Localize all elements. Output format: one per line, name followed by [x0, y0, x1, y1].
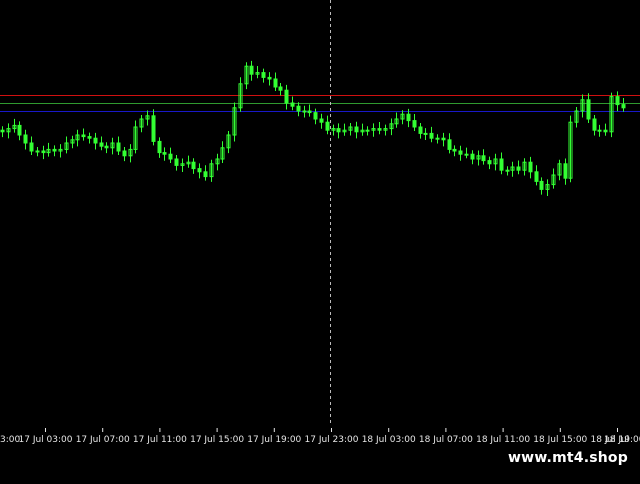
x-tick-label-truncated-left: 3:00 — [0, 435, 20, 445]
candle-body — [621, 104, 626, 109]
candle-body — [586, 99, 591, 120]
candle-body — [302, 110, 307, 113]
candle-body — [278, 86, 283, 91]
candle-body — [603, 129, 608, 133]
candle-body — [41, 150, 46, 154]
candle-body — [87, 136, 92, 139]
candle-body — [29, 142, 34, 152]
candle-body — [452, 148, 457, 152]
chart-canvas: 3:0017 Jul 03:00 17 Jul 07:00 17 Jul 11:00… — [0, 0, 640, 445]
candle-body — [325, 121, 330, 131]
candle-body — [365, 129, 370, 132]
candle-body — [464, 153, 469, 156]
candle-body — [592, 118, 597, 131]
candle-body — [313, 112, 318, 120]
x-tick-label: 17 Jul 15:00 — [190, 435, 244, 445]
candle-body — [17, 124, 22, 136]
x-tick-label: 18 Jul 07:00 — [419, 435, 473, 445]
candle-body — [423, 132, 428, 135]
candle-body — [261, 72, 266, 78]
candle-body — [162, 152, 167, 155]
candle-body — [93, 137, 98, 144]
candle-body — [441, 137, 446, 141]
candle-body — [35, 150, 40, 153]
candle-body — [528, 161, 533, 173]
candle-body — [52, 148, 57, 152]
candle-body — [418, 126, 423, 134]
candle-body — [99, 142, 104, 147]
candle-body — [406, 113, 411, 122]
candle-body — [0, 129, 5, 133]
candle-body — [505, 169, 510, 172]
candle-body — [296, 105, 301, 112]
candle-body — [197, 168, 202, 173]
candle-body — [174, 158, 179, 166]
candle-body — [284, 89, 289, 104]
candle-body — [354, 126, 359, 133]
candle-body — [168, 153, 173, 160]
candle-body — [499, 158, 504, 171]
candle-body — [377, 128, 382, 131]
candle-body — [429, 132, 434, 139]
candle-body — [470, 153, 475, 160]
candle-body — [151, 115, 156, 142]
candle-body — [249, 65, 254, 75]
candle-body — [516, 166, 521, 171]
candle-body — [81, 134, 86, 138]
candle-body — [534, 171, 539, 182]
candle-body — [104, 145, 109, 149]
candle-body — [203, 171, 208, 178]
x-tick-label: 17 Jul 03:00 — [19, 435, 73, 445]
candle-body — [267, 76, 272, 80]
candle-body — [615, 96, 620, 106]
candle-body — [23, 134, 28, 144]
candle-body — [116, 142, 121, 152]
candle-body — [563, 163, 568, 179]
x-tick-label: 17 Jul 11:00 — [133, 435, 187, 445]
candle-body — [191, 161, 196, 170]
price-chart[interactable]: 3:00 17 Jul 03:00 17 Jul 07:00 17 Jul 11:00… — [0, 0, 640, 480]
candle-body — [412, 120, 417, 128]
x-tick-label: 17 Jul 23:00 — [305, 435, 359, 445]
candle-body — [447, 139, 452, 150]
candle-body — [290, 102, 295, 107]
candle-body — [122, 150, 127, 157]
candle-body — [273, 78, 278, 88]
x-tick-label: 17 Jul 19:00 — [247, 435, 301, 445]
candle-body — [458, 150, 463, 155]
candle-body — [539, 180, 544, 190]
x-tick-label: 17 Jul 07:00 — [76, 435, 130, 445]
candle-body — [597, 129, 602, 132]
candle-body — [435, 137, 440, 140]
candle-body — [319, 118, 324, 123]
candle-body — [487, 160, 492, 165]
candle-body — [307, 110, 312, 114]
candle-body — [481, 155, 486, 162]
watermark-text: www.mt4.shop — [496, 444, 640, 472]
candle-body — [157, 140, 162, 154]
candle-body — [336, 128, 341, 133]
x-tick-label: 18 Jul 03:00 — [362, 435, 416, 445]
